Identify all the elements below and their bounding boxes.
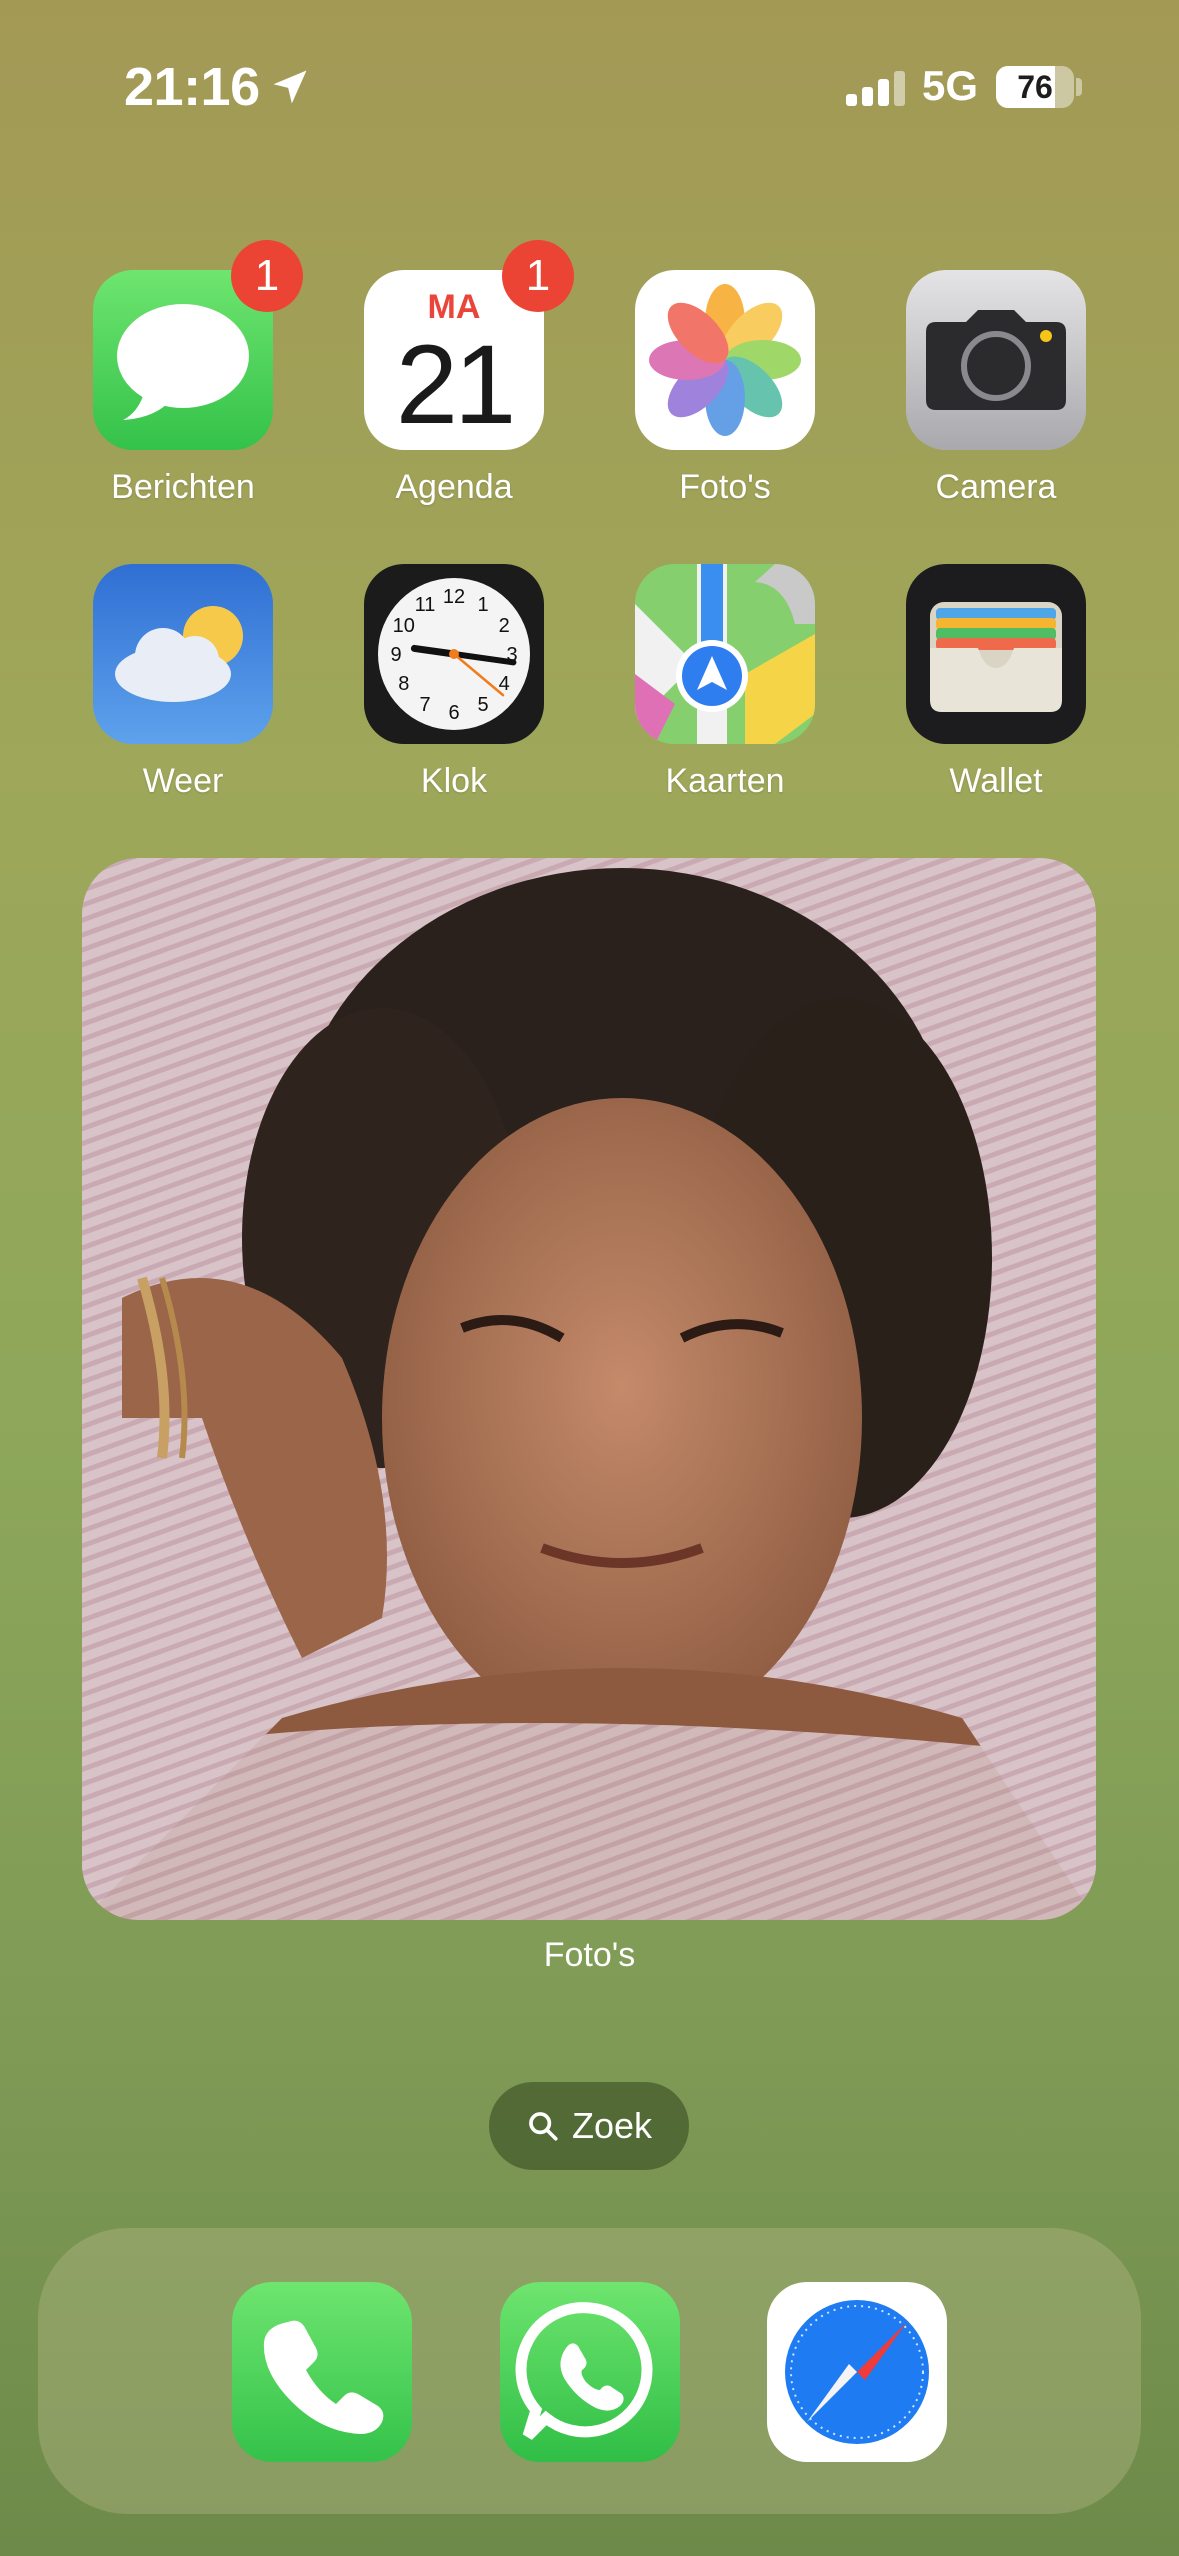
maps-icon	[635, 564, 815, 744]
app-camera[interactable]: Camera	[906, 270, 1086, 506]
app-wallet[interactable]: Wallet	[906, 564, 1086, 800]
clock-icon: 12 1 2 3 4 5 6 7 8 9 10 11	[364, 564, 544, 744]
app-label: Camera	[935, 468, 1057, 506]
app-weer[interactable]: Weer	[93, 564, 273, 800]
photos-widget[interactable]	[82, 858, 1096, 1920]
wallet-icon	[906, 564, 1086, 744]
clock-number: 9	[390, 644, 401, 666]
camera-icon	[906, 270, 1086, 450]
clock-center	[449, 649, 459, 659]
dock-safari[interactable]	[767, 2282, 947, 2462]
app-klok[interactable]: 12 1 2 3 4 5 6 7 8 9 10 11 Klok	[364, 564, 544, 800]
status-time: 21:16	[124, 56, 312, 118]
clock-number: 11	[415, 594, 436, 616]
cellular-signal-icon	[846, 70, 906, 106]
clock-number: 8	[398, 673, 409, 695]
clock-number: 5	[477, 694, 488, 716]
app-label: Weer	[142, 762, 224, 800]
safari-icon	[767, 2282, 947, 2462]
status-bar: 21:16 5G 76	[0, 0, 1179, 170]
widget-label: Foto's	[543, 1936, 636, 1974]
clock-number: 12	[443, 586, 465, 608]
clock-number: 10	[393, 615, 415, 637]
dock-phone[interactable]	[232, 2282, 412, 2462]
status-time-text: 21:16	[124, 57, 260, 117]
clock-number: 6	[448, 702, 459, 724]
location-arrow-icon	[273, 70, 307, 104]
app-label: Agenda	[395, 468, 513, 506]
app-label: Berichten	[111, 468, 255, 506]
photo-widget-image	[82, 858, 1096, 1920]
app-berichten[interactable]: 1 Berichten	[93, 240, 303, 506]
network-type: 5G	[922, 62, 979, 109]
app-fotos[interactable]: Foto's	[635, 270, 815, 506]
whatsapp-icon	[500, 2282, 680, 2462]
photos-icon	[635, 270, 815, 450]
search-label: Zoek	[571, 2105, 653, 2146]
app-label: Klok	[420, 762, 488, 800]
clock-number: 2	[499, 615, 510, 637]
clock-number: 7	[419, 694, 430, 716]
dock-whatsapp[interactable]	[500, 2282, 680, 2462]
notification-badge: 1	[231, 240, 303, 312]
calendar-date: 21	[395, 322, 517, 447]
phone-icon	[232, 2282, 412, 2462]
search-button[interactable]: Zoek	[489, 2082, 689, 2170]
dock	[38, 2228, 1141, 2514]
battery-nub	[1076, 78, 1082, 96]
battery-icon: 76	[996, 66, 1074, 108]
app-agenda[interactable]: MA 21 1 Agenda	[364, 240, 574, 506]
search-icon	[529, 2112, 558, 2141]
app-label: Foto's	[679, 468, 771, 506]
app-label: Wallet	[949, 762, 1043, 800]
notification-badge: 1	[502, 240, 574, 312]
clock-number: 1	[477, 594, 488, 616]
app-label: Kaarten	[665, 762, 785, 800]
weather-icon	[93, 564, 273, 744]
battery-percent: 76	[1017, 68, 1053, 105]
app-kaarten[interactable]: Kaarten	[635, 564, 815, 800]
